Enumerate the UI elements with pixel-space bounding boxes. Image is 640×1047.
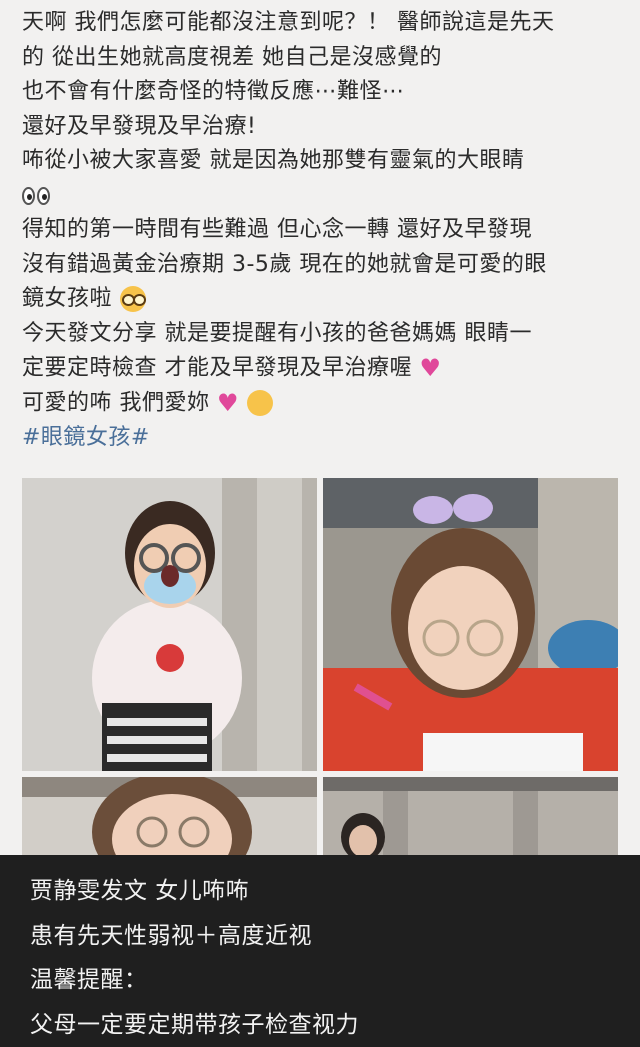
photo-grid xyxy=(0,470,640,855)
eyes-line xyxy=(22,179,618,214)
two-hearts-icon: ♥ xyxy=(419,354,442,382)
woman-indoor-photo[interactable] xyxy=(323,777,618,855)
woman-indoor-illustration xyxy=(323,777,618,855)
girl-closeup-illustration xyxy=(22,777,317,855)
eyes-icon xyxy=(22,186,50,205)
kiss-face-icon xyxy=(246,390,273,416)
caption-banner: 贾静雯发文 女儿咘咘 患有先天性弱视＋高度近视 温馨提醒： 父母一定要定期带孩子… xyxy=(0,855,640,1047)
post-line-8: 鏡女孩啦 xyxy=(22,282,618,317)
nerd-face-icon xyxy=(119,286,146,312)
caption-line-2: 患有先天性弱视＋高度近视 xyxy=(30,922,312,949)
sparkling-heart-icon: ♥ xyxy=(217,388,240,417)
post-line-10: 定要定時檢查 才能及早發現及早治療喔 ♥ xyxy=(22,351,618,386)
post-text: 天啊 我們怎麼可能都沒注意到呢？！ 醫師說這是先天 的 從出生她就高度視差 她自… xyxy=(0,0,640,470)
post-line-2: 的 從出生她就高度視差 她自己是沒感覺的 xyxy=(22,44,442,70)
post-line-8-text: 鏡女孩啦 xyxy=(22,286,113,311)
caption-line-1: 贾静雯发文 女儿咘咘 xyxy=(30,878,250,904)
post-line-9: 今天發文分享 就是要提醒有小孩的爸爸媽媽 眼睛一 xyxy=(22,320,532,346)
post-line-3: 也不會有什麼奇怪的特徵反應⋯難怪⋯ xyxy=(22,79,405,104)
girl-eye-test-photo[interactable] xyxy=(22,478,317,771)
post-line-6: 得知的第一時間有些難過 但心念一轉 還好及早發現 xyxy=(22,217,532,242)
post-line-1: 天啊 我們怎麼可能都沒注意到呢？！ 醫師說這是先天 xyxy=(22,10,555,35)
post-line-11: 可愛的咘 我們愛妳 ♥ xyxy=(22,386,618,421)
post-line-5: 咘從小被大家喜愛 就是因為她那雙有靈氣的大眼睛 xyxy=(22,148,525,173)
post-line-10-text: 定要定時檢查 才能及早發現及早治療喔 xyxy=(22,355,412,381)
hashtag-link[interactable]: #眼鏡女孩# xyxy=(22,421,618,456)
post-line-7: 沒有錯過黃金治療期 3-5歲 現在的她就會是可愛的眼 xyxy=(22,251,547,277)
caption-line-3: 温馨提醒： xyxy=(30,967,148,993)
caption-line-4: 父母一定要定期带孩子检查视力 xyxy=(30,1011,359,1038)
girl-drawing-illustration xyxy=(323,478,618,771)
girl-eye-test-illustration xyxy=(22,478,317,771)
girl-glasses-closeup-photo[interactable] xyxy=(22,777,317,855)
girl-drawing-glasses-photo[interactable] xyxy=(323,478,618,771)
post-line-4: 還好及早發現及早治療! xyxy=(22,113,257,139)
post-line-11-text: 可愛的咘 我們愛妳 xyxy=(22,390,210,415)
